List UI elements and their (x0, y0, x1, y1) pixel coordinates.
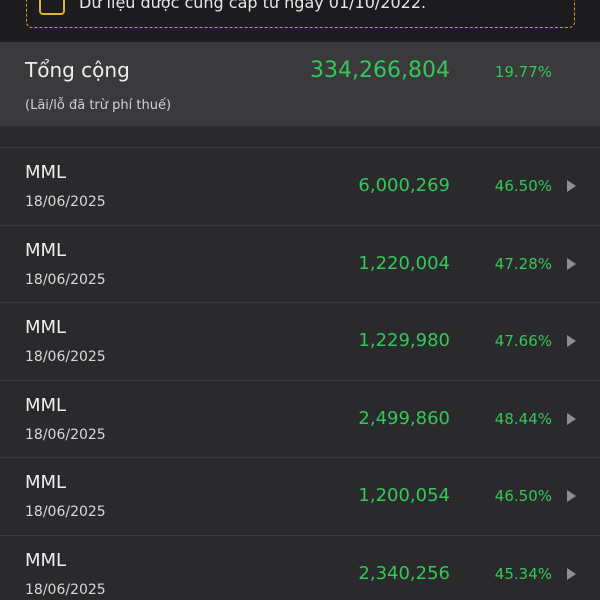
stock-date: 18/06/2025 (25, 504, 106, 521)
stock-value: 1,220,004 (358, 252, 450, 274)
summary-value: 334,266,804 (310, 58, 450, 83)
stock-name: MML (25, 472, 67, 494)
chevron-right-icon[interactable] (567, 490, 576, 503)
stock-percent: 45.34% (494, 564, 552, 583)
summary-subtitle: (Lãi/lỗ đã trừ phí thuế) (25, 98, 172, 113)
stock-name: MML (25, 317, 67, 339)
summary-title: Tổng cộng (25, 58, 130, 82)
summary-percent: 19.77% (494, 63, 552, 81)
stock-date: 18/06/2025 (25, 349, 106, 366)
stock-value: 6,000,269 (358, 175, 450, 196)
stock-percent: 48.44% (494, 409, 552, 428)
list-item[interactable]: MML 18/06/2025 6,000,269 46.50% (0, 147, 600, 225)
list-item[interactable]: MML 18/06/2025 1,220,004 47.28% (0, 224, 600, 303)
stock-name: MML (25, 394, 67, 416)
info-notice: Dữ liệu được cung cấp từ ngày 01/10/2022… (26, 0, 575, 28)
section-divider (0, 126, 600, 147)
total-summary: Tổng cộng (Lãi/lỗ đã trừ phí thuế) 334,2… (0, 42, 600, 126)
stock-percent: 46.50% (494, 487, 552, 506)
stock-value: 2,340,256 (358, 562, 450, 584)
stock-percent: 47.28% (494, 254, 552, 273)
chevron-right-icon[interactable] (567, 567, 576, 580)
stock-date: 18/06/2025 (25, 581, 106, 598)
stock-name: MML (25, 162, 67, 183)
calendar-icon (39, 0, 65, 15)
stock-value: 2,499,860 (358, 407, 450, 429)
stock-percent: 47.66% (494, 332, 552, 351)
chevron-right-icon[interactable] (567, 180, 576, 192)
list-item[interactable]: MML 18/06/2025 1,200,054 46.50% (0, 457, 600, 535)
stock-date: 18/06/2025 (25, 426, 106, 443)
stock-percent: 46.50% (494, 177, 552, 195)
chevron-right-icon[interactable] (567, 257, 576, 270)
notice-text: Dữ liệu được cung cấp từ ngày 01/10/2022… (79, 0, 427, 12)
chevron-right-icon[interactable] (567, 412, 576, 425)
stock-value: 1,229,980 (358, 330, 450, 352)
stock-date: 18/06/2025 (25, 194, 106, 210)
holdings-list: MML 18/06/2025 6,000,269 46.50% MML 18/0… (0, 147, 600, 600)
chevron-right-icon[interactable] (567, 335, 576, 348)
stock-value: 1,200,054 (358, 485, 450, 507)
stock-name: MML (25, 239, 67, 261)
list-item[interactable]: MML 18/06/2025 1,229,980 47.66% (0, 302, 600, 380)
stock-date: 18/06/2025 (25, 271, 106, 288)
list-item[interactable]: MML 18/06/2025 2,499,860 48.44% (0, 379, 600, 458)
list-item[interactable]: MML 18/06/2025 2,340,256 45.34% (0, 534, 600, 600)
stock-name: MML (25, 549, 67, 571)
